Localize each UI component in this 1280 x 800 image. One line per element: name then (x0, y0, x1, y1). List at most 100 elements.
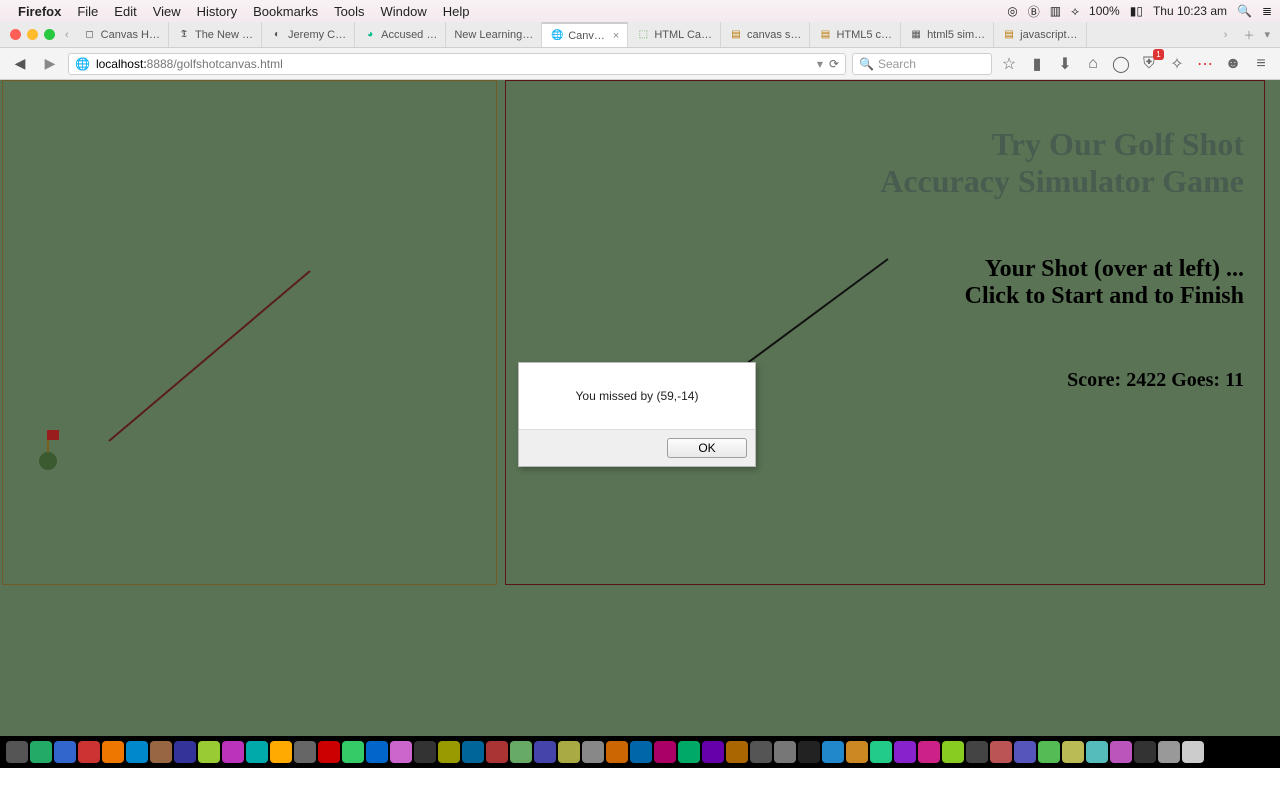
zoom-window-button[interactable] (44, 29, 55, 40)
tab[interactable]: ▤javascript… (994, 22, 1086, 47)
dock-app-icon[interactable] (318, 741, 340, 763)
status-icon[interactable]: ▥ (1050, 4, 1061, 18)
dock-app-icon[interactable] (438, 741, 460, 763)
dock-app-icon[interactable] (1086, 741, 1108, 763)
extension-icon[interactable]: ⋯ (1194, 53, 1216, 75)
tab[interactable]: ◻Canvas H… (75, 22, 169, 47)
menu-view[interactable]: View (153, 4, 181, 19)
menu-bookmarks[interactable]: Bookmarks (253, 4, 318, 19)
dock-app-icon[interactable] (918, 741, 940, 763)
battery-icon[interactable]: ▮▯ (1130, 4, 1143, 18)
tab[interactable]: ▤canvas s… (721, 22, 810, 47)
dock-app-icon[interactable] (558, 741, 580, 763)
extension-icon[interactable]: ✧ (1166, 53, 1188, 75)
tab[interactable]: 𝕿The New … (169, 22, 262, 47)
tab[interactable]: ⬚HTML Ca… (628, 22, 721, 47)
reader-mode-icon[interactable]: ▾ (817, 57, 823, 71)
dock-app-icon[interactable] (606, 741, 628, 763)
dock-app-icon[interactable] (774, 741, 796, 763)
back-button[interactable]: ◀ (8, 52, 32, 76)
tabs-scroll-left-icon[interactable]: ‹ (65, 29, 69, 41)
downloads-icon[interactable]: ⬇ (1054, 53, 1076, 75)
dock-app-icon[interactable] (126, 741, 148, 763)
adblock-icon[interactable]: ⛨ (1138, 53, 1160, 75)
dock-app-icon[interactable] (990, 741, 1012, 763)
dock-app-icon[interactable] (1134, 741, 1156, 763)
reload-button[interactable]: ⟳ (829, 57, 839, 71)
window-controls[interactable] (10, 29, 55, 40)
target-canvas[interactable]: Try Our Golf Shot Accuracy Simulator Gam… (505, 80, 1265, 585)
dock-app-icon[interactable] (102, 741, 124, 763)
dock-app-icon[interactable] (1038, 741, 1060, 763)
clock[interactable]: Thu 10:23 am (1153, 4, 1227, 18)
dock-app-icon[interactable] (630, 741, 652, 763)
dock-app-icon[interactable] (1110, 741, 1132, 763)
menu-extras-icon[interactable]: ≣ (1262, 4, 1272, 18)
wifi-icon[interactable]: ⟡ (1071, 4, 1079, 19)
tab[interactable]: ◕Accused … (355, 22, 446, 47)
dock-app-icon[interactable] (702, 741, 724, 763)
tab[interactable]: ◐Jeremy C… (262, 22, 355, 47)
dock-app-icon[interactable] (798, 741, 820, 763)
page-body[interactable]: Try Our Golf Shot Accuracy Simulator Gam… (0, 80, 1280, 768)
dock-app-icon[interactable] (942, 741, 964, 763)
minimize-window-button[interactable] (27, 29, 38, 40)
dock-app-icon[interactable] (174, 741, 196, 763)
dock-app-icon[interactable] (246, 741, 268, 763)
menu-history[interactable]: History (197, 4, 237, 19)
macos-dock[interactable] (0, 736, 1280, 768)
dock-trash-icon[interactable] (1182, 741, 1204, 763)
alert-ok-button[interactable]: OK (667, 438, 747, 458)
dock-app-icon[interactable] (6, 741, 28, 763)
menu-file[interactable]: File (77, 4, 98, 19)
dock-app-icon[interactable] (462, 741, 484, 763)
menu-tools[interactable]: Tools (334, 4, 364, 19)
dock-app-icon[interactable] (342, 741, 364, 763)
site-identity-icon[interactable]: 🌐 (75, 57, 90, 71)
sync-icon[interactable]: ◯ (1110, 53, 1132, 75)
url-input[interactable]: 🌐 localhost:8888/golfshotcanvas.html ▾ ⟳ (68, 53, 846, 75)
dock-app-icon[interactable] (414, 741, 436, 763)
close-window-button[interactable] (10, 29, 21, 40)
dock-app-icon[interactable] (822, 741, 844, 763)
tabs-dropdown-icon[interactable]: ▾ (1264, 28, 1270, 41)
dock-app-icon[interactable] (870, 741, 892, 763)
dock-app-icon[interactable] (726, 741, 748, 763)
dock-app-icon[interactable] (294, 741, 316, 763)
tab-active[interactable]: 🌐Canv…× (542, 22, 628, 47)
player-shot-canvas[interactable] (2, 80, 497, 585)
new-tab-button[interactable]: ＋ (1243, 27, 1254, 43)
status-icon[interactable]: ◎ (1007, 4, 1017, 18)
dock-app-icon[interactable] (894, 741, 916, 763)
dock-app-icon[interactable] (150, 741, 172, 763)
pocket-icon[interactable]: ▮ (1026, 53, 1048, 75)
chat-icon[interactable]: ☻ (1222, 53, 1244, 75)
dock-app-icon[interactable] (1062, 741, 1084, 763)
dock-app-icon[interactable] (54, 741, 76, 763)
tab[interactable]: ▤HTML5 c… (810, 22, 901, 47)
dock-app-icon[interactable] (534, 741, 556, 763)
app-name[interactable]: Firefox (18, 4, 61, 19)
dock-app-icon[interactable] (966, 741, 988, 763)
home-icon[interactable]: ⌂ (1082, 53, 1104, 75)
menu-window[interactable]: Window (381, 4, 427, 19)
dock-app-icon[interactable] (654, 741, 676, 763)
dock-app-icon[interactable] (750, 741, 772, 763)
dock-app-icon[interactable] (582, 741, 604, 763)
hamburger-menu-icon[interactable]: ≡ (1250, 53, 1272, 75)
dock-app-icon[interactable] (270, 741, 292, 763)
menu-help[interactable]: Help (443, 4, 470, 19)
dock-app-icon[interactable] (390, 741, 412, 763)
dock-app-icon[interactable] (678, 741, 700, 763)
dock-app-icon[interactable] (366, 741, 388, 763)
dock-app-icon[interactable] (30, 741, 52, 763)
status-icon[interactable]: Ⓑ (1028, 3, 1040, 20)
search-input[interactable]: 🔍 Search (852, 53, 992, 75)
dock-app-icon[interactable] (486, 741, 508, 763)
dock-app-icon[interactable] (78, 741, 100, 763)
dock-app-icon[interactable] (198, 741, 220, 763)
dock-app-icon[interactable] (222, 741, 244, 763)
dock-app-icon[interactable] (1014, 741, 1036, 763)
tabs-scroll-right-icon[interactable]: › (1224, 29, 1228, 41)
spotlight-icon[interactable]: 🔍 (1237, 4, 1252, 18)
